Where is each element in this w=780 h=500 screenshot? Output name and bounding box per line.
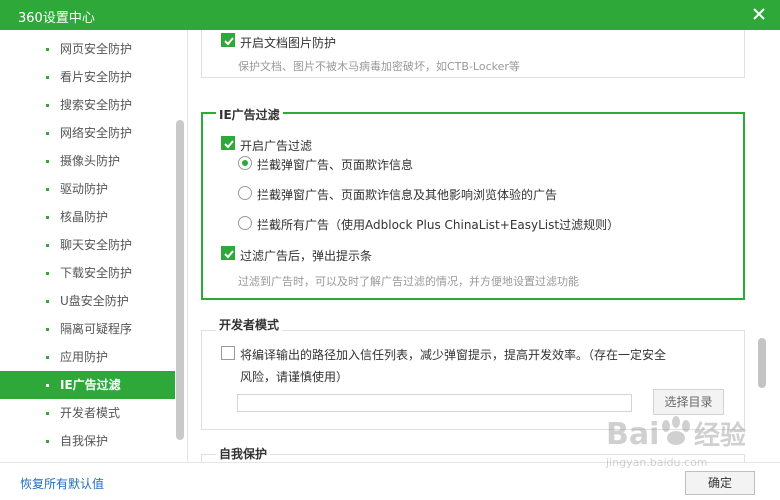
sidebar-item-label: 下载安全防护: [60, 266, 133, 280]
bullet-icon: [46, 412, 49, 415]
developer-mode-title: 开发者模式: [216, 316, 283, 333]
content-scrollbar[interactable]: [758, 338, 766, 388]
sidebar-item-label: 看片安全防护: [60, 70, 133, 84]
bullet-icon: [46, 384, 49, 387]
ad-filter-notify-checkbox[interactable]: [221, 246, 235, 260]
check-icon: [224, 140, 234, 149]
svg-text:经验: 经验: [694, 420, 746, 451]
sidebar-item-label: U盘安全防护: [60, 294, 129, 308]
bullet-icon: [46, 440, 49, 443]
bullet-icon: [46, 132, 49, 135]
sidebar: 网页安全防护 看片安全防护 搜索安全防护 网络安全防护 摄像头防护 驱动防护 核…: [0, 30, 188, 462]
sidebar-item-label: 核晶防护: [60, 210, 109, 224]
trusted-path-input[interactable]: [237, 394, 632, 412]
sidebar-item-download-protection[interactable]: 下载安全防护: [0, 259, 175, 287]
sidebar-item-label: 聊天安全防护: [60, 238, 133, 252]
ad-filter-enable-label: 开启广告过滤: [240, 139, 313, 153]
close-icon[interactable]: [750, 5, 768, 23]
developer-mode-label-line1: 将编译输出的路径加入信任列表，减少弹窗提示，提高开发效率。（存在一定安全: [240, 348, 667, 362]
sidebar-item-core-protection[interactable]: 核晶防护: [0, 203, 175, 231]
sidebar-item-label: 搜索安全防护: [60, 98, 133, 112]
bullet-icon: [46, 48, 49, 51]
check-icon: [224, 250, 234, 259]
bullet-icon: [46, 328, 49, 331]
bullet-icon: [46, 272, 49, 275]
sidebar-scrollbar[interactable]: [176, 120, 184, 440]
sidebar-item-search-protection[interactable]: 搜索安全防护: [0, 91, 175, 119]
sidebar-item-label: 网页安全防护: [60, 42, 133, 56]
doc-protect-description: 保护文档、图片不被木马病毒加密破坏，如CTB-Locker等: [238, 60, 520, 73]
sidebar-item-label: 隔离可疑程序: [60, 322, 133, 336]
sidebar-item-ie-ad-filter[interactable]: IE广告过滤: [0, 371, 175, 399]
bullet-icon: [46, 300, 49, 303]
ad-filter-title: IE广告过滤: [216, 106, 283, 123]
check-icon: [224, 37, 234, 46]
sidebar-item-developer-mode[interactable]: 开发者模式: [0, 399, 175, 427]
sidebar-item-camera-protection[interactable]: 摄像头防护: [0, 147, 175, 175]
bullet-icon: [46, 356, 49, 359]
ad-filter-option-label-3: 拦截所有广告（使用Adblock Plus ChinaList+EasyList…: [257, 218, 620, 232]
sidebar-item-app-protection[interactable]: 应用防护: [0, 343, 175, 371]
sidebar-item-label: IE广告过滤: [60, 378, 121, 392]
sidebar-item-label: 摄像头防护: [60, 154, 121, 168]
sidebar-item-chat-protection[interactable]: 聊天安全防护: [0, 231, 175, 259]
sidebar-item-label: 开发者模式: [60, 406, 121, 420]
ad-filter-enable-checkbox[interactable]: [221, 136, 235, 150]
sidebar-item-label: 驱动防护: [60, 182, 109, 196]
settings-content: 开启文档图片防护 保护文档、图片不被木马病毒加密破坏，如CTB-Locker等 …: [189, 30, 780, 462]
svg-text:Bai: Bai: [606, 417, 659, 452]
ad-filter-notify-description: 过滤到广告时，可以及时了解广告过滤的情况，并方便地设置过滤功能: [238, 275, 579, 288]
title-bar: 360设置中心: [0, 0, 780, 30]
sidebar-item-usb-protection[interactable]: U盘安全防护: [0, 287, 175, 315]
sidebar-item-label: 应用防护: [60, 350, 109, 364]
sidebar-item-label: 自我保护: [60, 434, 109, 448]
ad-filter-option-radio-1[interactable]: [238, 156, 252, 170]
sidebar-item-driver-protection[interactable]: 驱动防护: [0, 175, 175, 203]
bullet-icon: [46, 216, 49, 219]
ad-filter-notify-label: 过滤广告后，弹出提示条: [240, 249, 373, 263]
window-title: 360设置中心: [18, 11, 95, 26]
developer-mode-label-line2: 风险，请谨慎使用）: [240, 370, 349, 384]
ad-filter-option-radio-2[interactable]: [238, 186, 252, 200]
ok-button[interactable]: 确定: [685, 471, 755, 495]
restore-defaults-link[interactable]: 恢复所有默认值: [20, 475, 104, 492]
developer-mode-checkbox[interactable]: [221, 346, 235, 360]
sidebar-item-video-protection[interactable]: 看片安全防护: [0, 63, 175, 91]
bullet-icon: [46, 244, 49, 247]
sidebar-item-network-protection[interactable]: 网络安全防护: [0, 119, 175, 147]
sidebar-item-label: 网络安全防护: [60, 126, 133, 140]
ad-filter-option-label-1: 拦截弹窗广告、页面欺诈信息: [257, 158, 414, 172]
ad-filter-option-radio-3[interactable]: [238, 216, 252, 230]
sidebar-item-self-protection[interactable]: 自我保护: [0, 427, 175, 455]
sidebar-item-quarantine[interactable]: 隔离可疑程序: [0, 315, 175, 343]
bullet-icon: [46, 76, 49, 79]
sidebar-item-web-protection[interactable]: 网页安全防护: [0, 35, 175, 63]
bullet-icon: [46, 188, 49, 191]
self-protect-title: 自我保护: [216, 445, 271, 462]
doc-protect-label: 开启文档图片防护: [240, 36, 337, 50]
bullet-icon: [46, 104, 49, 107]
baidu-watermark: Bai 经验 jingyan.baidu.com: [596, 404, 776, 474]
ad-filter-option-label-2: 拦截弹窗广告、页面欺诈信息及其他影响浏览体验的广告: [257, 188, 558, 202]
bullet-icon: [46, 160, 49, 163]
svg-text:jingyan.baidu.com: jingyan.baidu.com: [605, 456, 708, 469]
doc-protect-checkbox[interactable]: [221, 33, 235, 47]
baidu-paw-icon: Bai 经验 jingyan.baidu.com: [605, 416, 746, 469]
